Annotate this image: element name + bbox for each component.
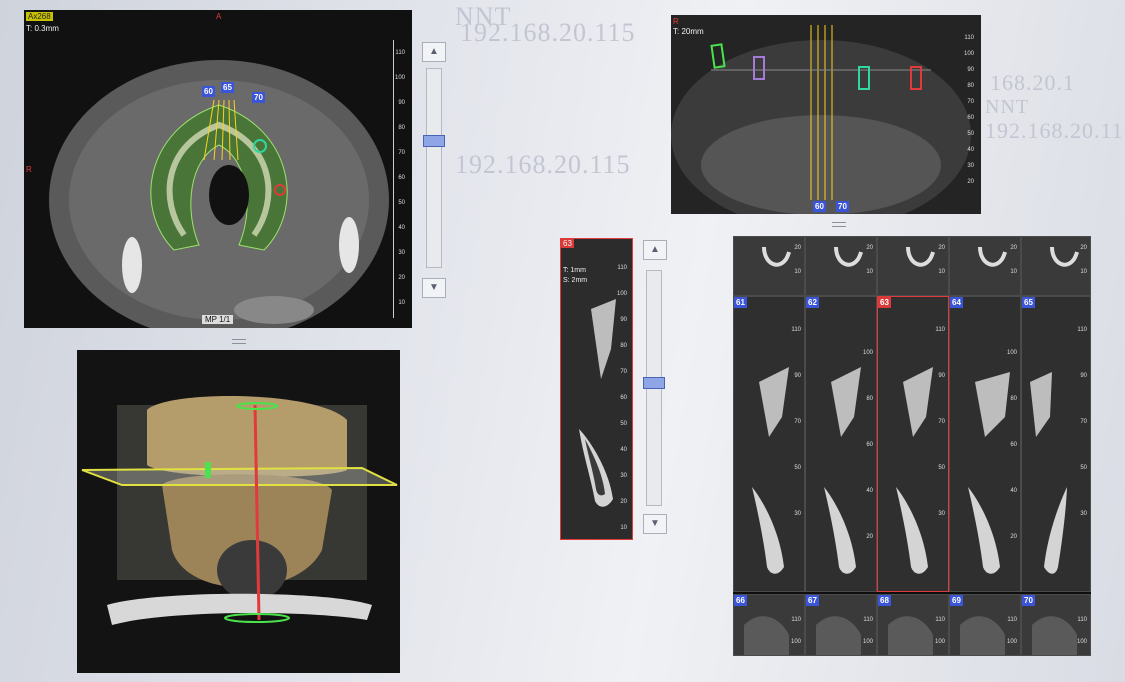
orientation-marker-anterior: A	[216, 12, 222, 21]
axial-view[interactable]: Ax268 T: 0.3mm A R 60 65 70 MP 1/1 110 1…	[24, 10, 412, 328]
cross-section-view[interactable]: 63 T: 1mm S: 2mm 110 100 90 80 70 60 50 …	[560, 238, 633, 540]
grid-main-cell[interactable]: 62 100 80 60 40 20	[805, 296, 877, 592]
cross-section-slider-thumb[interactable]	[643, 377, 665, 389]
axial-ruler: 110 100 90 80 70 60 50 40 30 20 10	[393, 40, 408, 318]
grid-main-cell-selected[interactable]: 63 110 90 70 50 30	[877, 296, 949, 592]
thickness-label: T: 20mm	[673, 27, 704, 36]
grid-main-cell[interactable]: 65 110 90 70 50 30	[1021, 296, 1091, 592]
watermark-ip: 192.168.20.115	[455, 150, 631, 179]
cross-section-badge: 68	[878, 595, 891, 606]
grid-bottom-cell[interactable]: 69 110 100	[949, 594, 1021, 656]
axial-slider-track[interactable]	[423, 68, 445, 268]
grid-top-cell[interactable]: 20 10	[877, 236, 949, 296]
axial-image	[49, 60, 389, 328]
watermark-ip: 168.20.1	[990, 70, 1075, 95]
cross-section-badge: 64	[950, 297, 963, 308]
implant-marker[interactable]: 70	[252, 92, 265, 103]
cross-section-badge: 67	[806, 595, 819, 606]
grid-top-cell[interactable]: 20 10	[733, 236, 805, 296]
implant-marker[interactable]: 65	[221, 82, 234, 93]
panoramic-image	[671, 15, 981, 214]
axial-slider-thumb[interactable]	[423, 135, 445, 147]
panoramic-ruler: 110 100 90 80 70 60 50 40 30 20	[963, 35, 974, 185]
axial-slider-down-button[interactable]: ▼	[422, 278, 446, 298]
thickness-label: T: 1mm	[563, 267, 586, 274]
cross-section-badge: 63	[878, 297, 891, 308]
panel-splitter[interactable]	[832, 222, 846, 227]
cross-section-badge: 61	[734, 297, 747, 308]
volume-render-image	[77, 350, 400, 673]
orientation-marker-right: R	[26, 165, 32, 174]
watermark-tag: NNT	[985, 96, 1030, 118]
cross-section-ruler: 110 100 90 80 70 60 50 40 30 20 10	[616, 265, 627, 531]
cross-section-badge: 70	[1022, 595, 1035, 606]
thickness-label: T: 0.3mm	[26, 24, 59, 33]
cross-section-badge: 69	[950, 595, 963, 606]
grid-bottom-cell[interactable]: 67 110 100	[805, 594, 877, 656]
cross-section-number: 63	[561, 239, 574, 248]
cross-section-badge: 65	[1022, 297, 1035, 308]
grid-main-cell[interactable]: 61 110 90 70 50 30	[733, 296, 805, 592]
volume-3d-view[interactable]	[77, 350, 400, 673]
cross-section-slider-up-button[interactable]: ▲	[643, 240, 667, 260]
grid-main-cell[interactable]: 64 100 80 60 40 20	[949, 296, 1021, 592]
cross-section-badge: 62	[806, 297, 819, 308]
mpr-label: MP 1/1	[202, 315, 234, 324]
grid-top-cell[interactable]: 20 10	[805, 236, 877, 296]
grid-top-cell[interactable]: 20 10	[949, 236, 1021, 296]
cross-section-badge: 66	[734, 595, 747, 606]
panel-splitter[interactable]	[232, 339, 246, 344]
panoramic-view[interactable]: R T: 20mm 60 70 110 100 90 80 70 60 50 4…	[671, 15, 981, 214]
grid-top-cell[interactable]: 20 10	[1021, 236, 1091, 296]
watermark-ip: 192.168.20.115	[985, 118, 1125, 143]
slice-label: Ax268	[26, 12, 53, 21]
implant-marker[interactable]: 70	[836, 201, 849, 212]
grid-bottom-cell[interactable]: 68 110 100	[877, 594, 949, 656]
orientation-marker-right: R	[673, 17, 679, 26]
watermark-tag: NNT	[455, 2, 512, 31]
cross-section-slider-track[interactable]	[643, 270, 665, 506]
implant-marker[interactable]: 60	[813, 201, 826, 212]
spacing-label: S: 2mm	[563, 277, 588, 284]
grid-bottom-cell[interactable]: 70 110 100	[1021, 594, 1091, 656]
implant-marker[interactable]: 60	[202, 86, 215, 97]
axial-slider-up-button[interactable]: ▲	[422, 42, 446, 62]
cross-section-grid: 20 10 20 10 20 10 20 10 20 10 61 110 90 …	[733, 236, 1091, 656]
grid-bottom-cell[interactable]: 66 110 100	[733, 594, 805, 656]
cross-section-slider-down-button[interactable]: ▼	[643, 514, 667, 534]
